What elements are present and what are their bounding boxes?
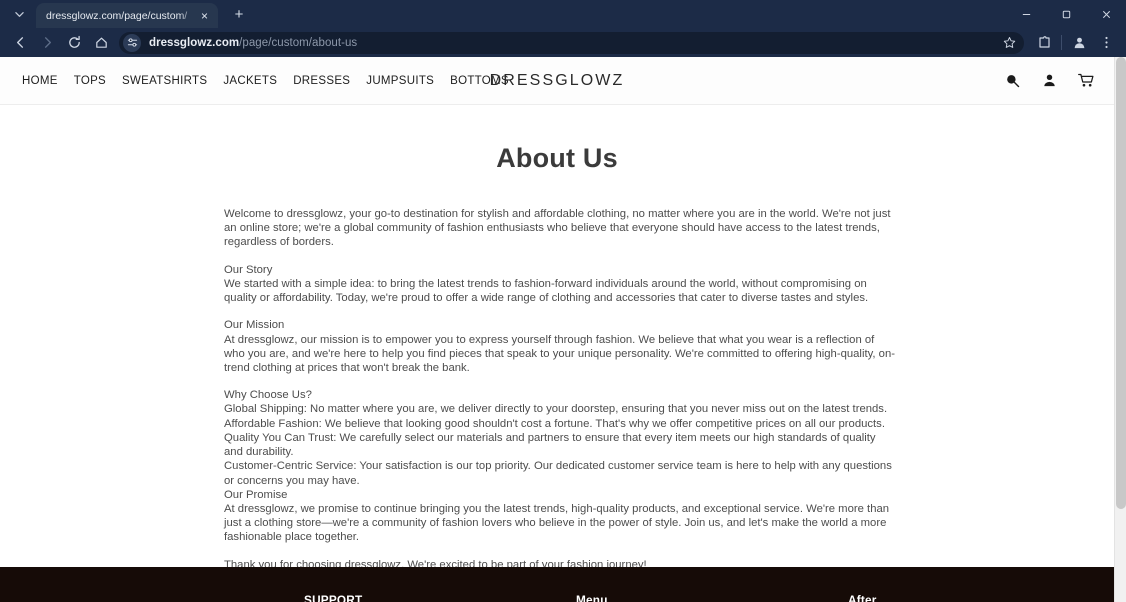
window-controls: [1006, 0, 1126, 28]
footer-column-after: After Return Policy Shipping Policy: [848, 593, 932, 602]
extensions-icon[interactable]: [1031, 31, 1057, 55]
site-logo-text[interactable]: DRESSGLOWZ: [490, 72, 625, 89]
tab-title: dressglowz.com/page/custom/: [46, 9, 188, 22]
nav-links: HOME TOPS SWEATSHIRTS JACKETS DRESSES JU…: [22, 75, 509, 87]
our-promise-heading: Our Promise: [224, 488, 288, 501]
footer-heading-menu: Menu: [576, 593, 608, 602]
browser-tab[interactable]: dressglowz.com/page/custom/ ×: [36, 3, 218, 28]
back-icon[interactable]: [7, 31, 33, 55]
why-customer-service: Customer-Centric Service: Your satisfact…: [224, 460, 892, 487]
search-icon[interactable]: [1002, 71, 1022, 91]
bookmark-star-icon[interactable]: [1003, 36, 1016, 49]
reload-icon[interactable]: [61, 31, 87, 55]
browser-window: dressglowz.com/page/custom/ × + dressglo…: [0, 0, 1126, 602]
account-icon[interactable]: [1039, 71, 1059, 91]
tab-search-chevron-down-icon[interactable]: [6, 3, 32, 25]
nav-link-jackets[interactable]: JACKETS: [223, 75, 277, 87]
nav-link-home[interactable]: HOME: [22, 75, 58, 87]
why-quality-trust: Quality You Can Trust: We carefully sele…: [224, 431, 876, 459]
nav-link-sweatshirts[interactable]: SWEATSHIRTS: [122, 75, 207, 87]
url-path: /page/custom/about-us: [239, 36, 358, 49]
address-bar-url: dressglowz.com/page/custom/about-us: [149, 37, 357, 49]
minimize-button[interactable]: [1006, 0, 1046, 28]
cart-icon[interactable]: [1076, 71, 1096, 91]
why-affordable-fashion: Affordable Fashion: We believe that look…: [224, 417, 885, 430]
nav-link-jumpsuits[interactable]: JUMPSUITS: [366, 75, 434, 87]
home-icon[interactable]: [88, 31, 114, 55]
our-story-body: We started with a simple idea: to bring …: [224, 277, 869, 305]
page-title: About Us: [496, 143, 618, 173]
new-tab-button[interactable]: +: [226, 2, 252, 26]
our-mission-body: At dressglowz, our mission is to empower…: [224, 333, 896, 374]
page-scrollbar-thumb[interactable]: [1116, 57, 1126, 509]
page-viewport: HOME TOPS SWEATSHIRTS JACKETS DRESSES JU…: [0, 57, 1126, 602]
site-navigation: HOME TOPS SWEATSHIRTS JACKETS DRESSES JU…: [0, 57, 1114, 105]
toolbar-divider: [1061, 35, 1062, 50]
site-footer: SUPPORT About Us Contact Us Menu Privacy…: [0, 567, 1114, 602]
tab-close-icon[interactable]: ×: [197, 8, 212, 23]
url-domain: dressglowz.com: [149, 36, 240, 49]
browser-toolbar: dressglowz.com/page/custom/about-us: [0, 28, 1126, 57]
intro-paragraph: Welcome to dressglowz, your go-to destin…: [224, 208, 891, 249]
our-promise-body: At dressglowz, we promise to continue br…: [224, 502, 890, 544]
maximize-button[interactable]: [1046, 0, 1086, 28]
close-window-button[interactable]: [1086, 0, 1126, 28]
profile-avatar-icon[interactable]: [1066, 31, 1092, 55]
article-content: About Us Welcome to dressglowz, your go-…: [0, 143, 1114, 572]
why-global-shipping: Global Shipping: No matter where you are…: [224, 403, 888, 416]
footer-heading-after: After: [848, 593, 877, 602]
nav-icon-group: [1002, 71, 1096, 91]
web-page: HOME TOPS SWEATSHIRTS JACKETS DRESSES JU…: [0, 57, 1114, 602]
page-scrollbar[interactable]: [1114, 57, 1126, 602]
footer-heading-support: SUPPORT: [304, 593, 363, 602]
site-settings-tune-icon[interactable]: [123, 33, 141, 52]
our-mission-heading: Our Mission: [224, 319, 285, 332]
about-body: Welcome to dressglowz, your go-to destin…: [224, 207, 896, 572]
our-story-heading: Our Story: [224, 263, 273, 276]
tab-strip: dressglowz.com/page/custom/ × +: [0, 0, 1126, 28]
forward-icon[interactable]: [34, 31, 60, 55]
nav-link-dresses[interactable]: DRESSES: [293, 75, 350, 87]
footer-column-support: SUPPORT About Us Contact Us: [304, 593, 576, 602]
address-bar[interactable]: dressglowz.com/page/custom/about-us: [119, 31, 1024, 54]
footer-column-menu: Menu Privacy Policy Terms of Service: [576, 593, 848, 602]
why-choose-heading: Why Choose Us?: [224, 389, 312, 402]
nav-link-tops[interactable]: TOPS: [74, 75, 106, 87]
footer-columns: SUPPORT About Us Contact Us Menu Privacy…: [0, 593, 1114, 602]
three-dot-menu-icon[interactable]: [1093, 31, 1119, 55]
